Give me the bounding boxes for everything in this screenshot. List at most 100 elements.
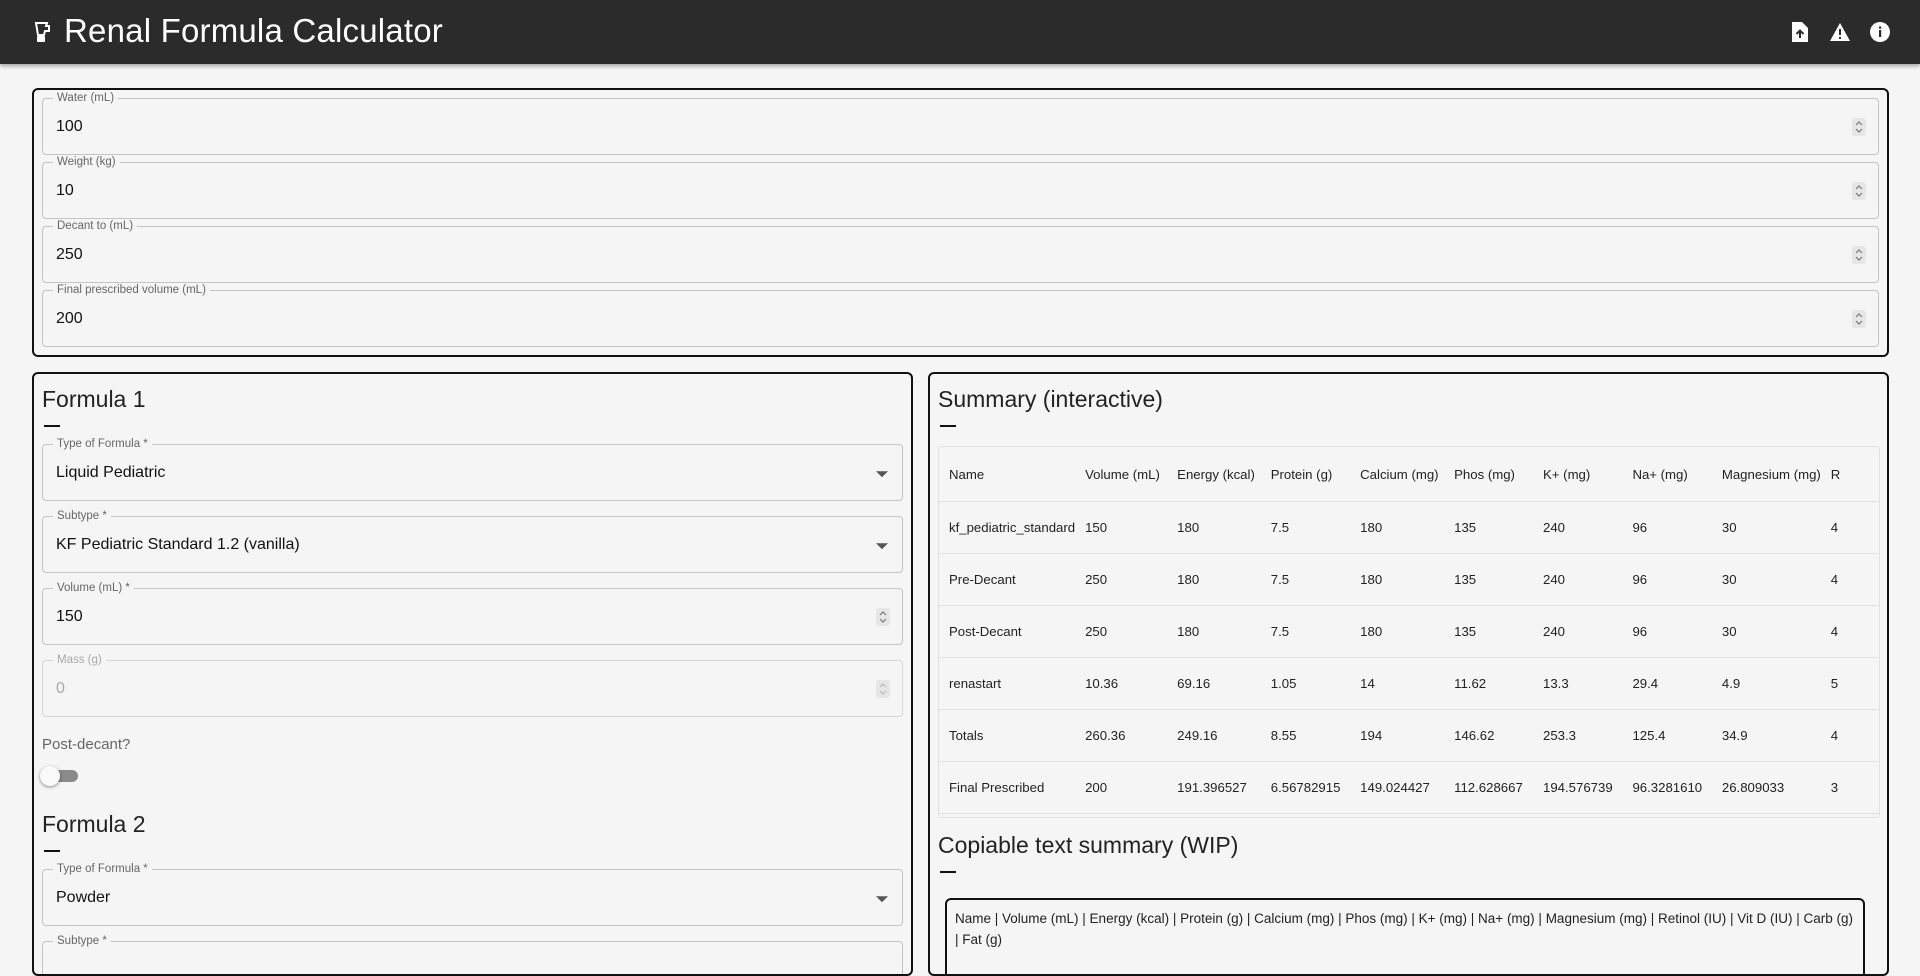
table-header-row: Name Volume (mL) Energy (kcal) Protein (… [939, 447, 1879, 502]
table-cell: 4 [1820, 709, 1879, 762]
table-cell: 4 [1820, 501, 1879, 554]
table-cell: 200 [1075, 761, 1168, 814]
table-cell: 250 [1075, 605, 1168, 658]
stepper-icon[interactable] [1852, 117, 1866, 136]
summary-table[interactable]: Name Volume (mL) Energy (kcal) Protein (… [938, 446, 1880, 818]
table-cell: 146.62 [1444, 709, 1534, 762]
table-row[interactable]: kf_pediatric_standard 150 180 7.5 180 135 240 9… [939, 501, 1879, 554]
table-cell: 149.024427 [1350, 761, 1445, 814]
summary-panel: Summary (interactive) Name Volume (mL) E… [928, 372, 1889, 976]
table-cell: 135 [1444, 501, 1534, 554]
table-cell: 260.36 [1075, 709, 1168, 762]
formula1-mass-label: Mass (g) [53, 653, 106, 667]
table-cell: 30 [1711, 605, 1821, 658]
stepper-icon [876, 679, 890, 698]
collapse-icon[interactable] [940, 871, 956, 873]
file-upload-button[interactable] [1788, 20, 1812, 44]
formula2-type-select[interactable]: Type of Formula * Powder [42, 862, 903, 926]
table-cell: 194 [1350, 709, 1445, 762]
table-cell: 7.5 [1260, 501, 1351, 554]
collapse-icon[interactable] [44, 425, 60, 427]
table-cell: 3 [1820, 761, 1879, 814]
table-row[interactable]: renastart 10.36 69.16 1.05 14 11.62 13.3 29.4 4.… [939, 657, 1879, 710]
global-inputs-panel: Water (mL) 100 Weight (kg) 10 Decant to … [32, 88, 1889, 357]
table-cell: 180 [1167, 501, 1261, 554]
table-cell: 240 [1533, 553, 1623, 606]
table-cell: 180 [1350, 553, 1445, 606]
post-decant-toggle[interactable] [40, 764, 80, 786]
table-cell: 180 [1350, 605, 1445, 658]
decant-input[interactable]: Decant to (mL) 250 [42, 219, 1879, 283]
summary-title: Summary (interactive) [938, 386, 1163, 412]
column-header[interactable]: Magnesium (mg) [1711, 447, 1821, 502]
table-cell: 96 [1622, 605, 1712, 658]
column-header[interactable]: Name [939, 447, 1076, 502]
stepper-icon[interactable] [1852, 245, 1866, 264]
blender-icon [34, 22, 50, 42]
stepper-icon[interactable] [876, 607, 890, 626]
warning-button[interactable] [1828, 20, 1852, 44]
info-button[interactable] [1868, 20, 1892, 44]
table-cell: 26.809033 [1711, 761, 1821, 814]
app-title: Renal Formula Calculator [64, 12, 443, 49]
column-header[interactable]: K+ (mg) [1533, 447, 1623, 502]
column-header[interactable]: Phos (mg) [1444, 447, 1534, 502]
column-header[interactable]: Na+ (mg) [1622, 447, 1712, 502]
collapse-icon[interactable] [44, 850, 60, 852]
weight-label: Weight (kg) [53, 155, 120, 169]
column-header[interactable]: Calcium (mg) [1350, 447, 1445, 502]
final-volume-value[interactable]: 200 [56, 310, 83, 328]
chevron-down-icon [876, 542, 888, 549]
table-cell: 135 [1444, 605, 1534, 658]
weight-input[interactable]: Weight (kg) 10 [42, 155, 1879, 219]
decant-value[interactable]: 250 [56, 246, 83, 264]
chevron-down-icon [876, 470, 888, 477]
column-header[interactable]: R [1820, 447, 1879, 502]
chevron-down-icon [876, 895, 888, 902]
decant-label: Decant to (mL) [53, 219, 138, 233]
formula1-subtype-value: KF Pediatric Standard 1.2 (vanilla) [56, 535, 300, 553]
table-row[interactable]: Post-Decant 250 180 7.5 180 135 240 96 30 4 [939, 605, 1879, 658]
table-cell: 4 [1820, 605, 1879, 658]
table-cell: 194.576739 [1533, 761, 1623, 814]
table-cell: 249.16 [1167, 709, 1261, 762]
table-cell: Post-Decant [939, 605, 1076, 658]
table-cell: Totals [939, 709, 1076, 762]
formula-panel: Formula 1 Type of Formula * Liquid Pedia… [32, 372, 913, 976]
table-cell: 96 [1622, 553, 1712, 606]
formula2-subtype-label: Subtype * [53, 934, 111, 948]
table-cell: 29.4 [1622, 657, 1712, 710]
collapse-icon[interactable] [940, 425, 956, 427]
formula2-subtype-select[interactable]: Subtype * [42, 934, 903, 974]
water-value[interactable]: 100 [56, 118, 83, 136]
column-header[interactable]: Volume (mL) [1075, 447, 1168, 502]
water-input[interactable]: Water (mL) 100 [42, 91, 1879, 155]
table-cell: 4.9 [1711, 657, 1821, 710]
table-cell: 7.5 [1260, 605, 1351, 658]
formula1-volume-value[interactable]: 150 [56, 608, 83, 626]
info-icon [1870, 22, 1890, 42]
stepper-icon[interactable] [1852, 181, 1866, 200]
column-header[interactable]: Energy (kcal) [1167, 447, 1261, 502]
copiable-text-summary[interactable]: Name | Volume (mL) | Energy (kcal) | Pro… [945, 898, 1865, 974]
table-cell: 1.05 [1260, 657, 1351, 710]
formula1-volume-input[interactable]: Volume (mL) * 150 [42, 581, 903, 645]
table-cell: kf_pediatric_standard [939, 501, 1076, 554]
column-header[interactable]: Protein (g) [1260, 447, 1351, 502]
file-upload-icon [1792, 22, 1808, 42]
table-cell: 180 [1167, 553, 1261, 606]
formula1-type-select[interactable]: Type of Formula * Liquid Pediatric [42, 437, 903, 501]
weight-value[interactable]: 10 [56, 182, 74, 200]
table-cell: 14 [1350, 657, 1445, 710]
final-volume-input[interactable]: Final prescribed volume (mL) 200 [42, 283, 1879, 347]
table-cell: 7.5 [1260, 553, 1351, 606]
table-row[interactable]: Final Prescribed 200 191.396527 6.56782915 1… [939, 761, 1879, 814]
table-cell: 112.628667 [1444, 761, 1534, 814]
formula1-type-label: Type of Formula * [53, 437, 152, 451]
stepper-icon[interactable] [1852, 309, 1866, 328]
table-row[interactable]: Pre-Decant 250 180 7.5 180 135 240 96 30 4 [939, 553, 1879, 606]
formula1-subtype-select[interactable]: Subtype * KF Pediatric Standard 1.2 (van… [42, 509, 903, 573]
table-row[interactable]: Totals 260.36 249.16 8.55 194 146.62 253.3 125.… [939, 709, 1879, 762]
final-volume-label: Final prescribed volume (mL) [53, 283, 210, 297]
copy-summary-title: Copiable text summary (WIP) [938, 832, 1239, 858]
